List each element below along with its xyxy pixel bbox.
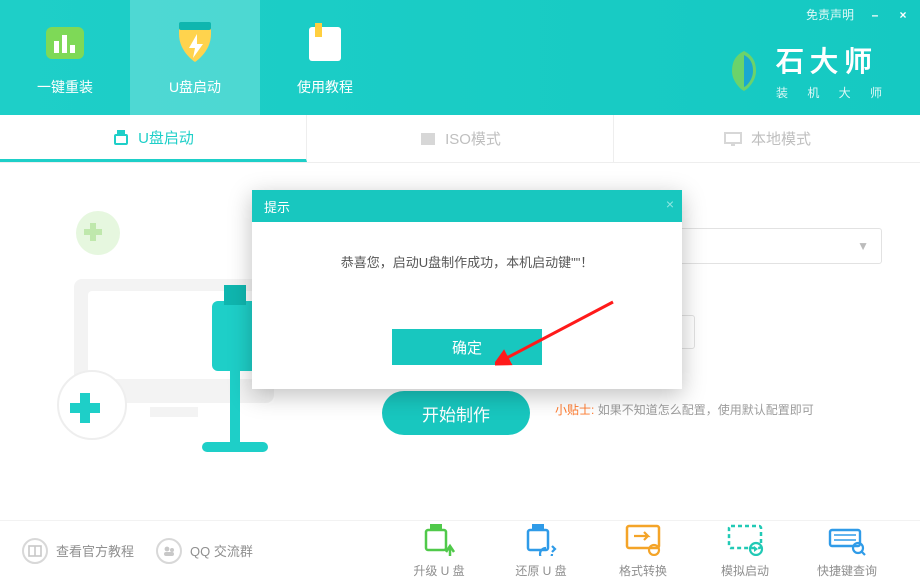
bar-chart-icon bbox=[39, 19, 91, 67]
simulate-icon bbox=[726, 522, 764, 556]
system-bar: 免责声明 – × bbox=[806, 6, 910, 23]
mode-tab-iso-label: ISO模式 bbox=[445, 128, 501, 149]
action-convert[interactable]: 格式转换 bbox=[592, 522, 694, 579]
link-official-tutorial[interactable]: 查看官方教程 bbox=[22, 538, 134, 564]
action-upgrade[interactable]: 升级 U 盘 bbox=[388, 522, 490, 579]
usb-small-icon bbox=[112, 128, 130, 146]
action-restore-label: 还原 U 盘 bbox=[515, 562, 566, 579]
iso-icon bbox=[419, 130, 437, 148]
bottom-bar: 查看官方教程 QQ 交流群 升级 U 盘 还原 U 盘 格式转换 模拟启动 快捷… bbox=[0, 520, 920, 580]
usb-cycle-icon bbox=[522, 522, 560, 556]
tab-tutorial[interactable]: 使用教程 bbox=[260, 0, 390, 115]
mode-tab-local-label: 本地模式 bbox=[751, 128, 811, 149]
tip-body: 如果不知道怎么配置，使用默认配置即可 bbox=[598, 403, 814, 417]
start-button-label: 开始制作 bbox=[422, 401, 490, 426]
brand: 石大师 装 机 大 师 bbox=[722, 40, 890, 101]
mode-tabs: U盘启动 ISO模式 本地模式 bbox=[0, 115, 920, 163]
action-upgrade-label: 升级 U 盘 bbox=[413, 562, 464, 579]
action-simulate-label: 模拟启动 bbox=[721, 562, 769, 579]
tab-tutorial-label: 使用教程 bbox=[297, 77, 353, 97]
disclaimer-link[interactable]: 免责声明 bbox=[806, 6, 854, 23]
mode-tab-local[interactable]: 本地模式 bbox=[614, 115, 920, 162]
mode-tab-usb-label: U盘启动 bbox=[138, 127, 194, 148]
link-qq-group-label: QQ 交流群 bbox=[190, 541, 253, 560]
action-hotkey-label: 快捷键查询 bbox=[817, 562, 877, 579]
app-header: 一键重装 U盘启动 使用教程 石大师 装 机 大 师 免责声明 – × bbox=[0, 0, 920, 115]
dialog-title-bar: 提示 × bbox=[252, 190, 682, 222]
brand-title: 石大师 bbox=[776, 40, 890, 80]
link-qq-group[interactable]: QQ 交流群 bbox=[156, 538, 253, 564]
action-simulate[interactable]: 模拟启动 bbox=[694, 522, 796, 579]
monitor-icon bbox=[723, 131, 743, 147]
tip-text: 小贴士: 如果不知道怎么配置，使用默认配置即可 bbox=[555, 401, 814, 418]
link-official-tutorial-label: 查看官方教程 bbox=[56, 541, 134, 560]
dialog-ok-button[interactable]: 确定 bbox=[392, 329, 542, 365]
action-hotkey[interactable]: 快捷键查询 bbox=[796, 522, 898, 579]
minimize-button[interactable]: – bbox=[868, 8, 882, 22]
action-convert-label: 格式转换 bbox=[619, 562, 667, 579]
keyboard-search-icon bbox=[828, 522, 866, 556]
mode-tab-usb[interactable]: U盘启动 bbox=[0, 115, 307, 162]
dialog-message: 恭喜您，启动U盘制作成功，本机启动键""！ bbox=[276, 252, 658, 271]
brand-logo-icon bbox=[722, 49, 766, 93]
tab-usb-boot-label: U盘启动 bbox=[169, 77, 221, 97]
book-icon bbox=[299, 19, 351, 67]
people-icon bbox=[156, 538, 182, 564]
book-outline-icon bbox=[22, 538, 48, 564]
tab-usb-boot[interactable]: U盘启动 bbox=[130, 0, 260, 115]
tab-reinstall-label: 一键重装 bbox=[37, 77, 93, 97]
brand-subtitle: 装 机 大 师 bbox=[776, 84, 890, 101]
convert-icon bbox=[624, 522, 662, 556]
usb-up-icon bbox=[420, 522, 458, 556]
dialog-tip: 提示 × 恭喜您，启动U盘制作成功，本机启动键""！ 确定 bbox=[252, 190, 682, 389]
chevron-down-icon: ▼ bbox=[857, 239, 869, 253]
close-button[interactable]: × bbox=[896, 8, 910, 22]
dialog-ok-label: 确定 bbox=[452, 337, 482, 358]
action-restore[interactable]: 还原 U 盘 bbox=[490, 522, 592, 579]
shield-bolt-icon bbox=[169, 19, 221, 67]
tip-prefix: 小贴士: bbox=[555, 403, 594, 417]
top-tabs: 一键重装 U盘启动 使用教程 bbox=[0, 0, 390, 115]
tab-reinstall[interactable]: 一键重装 bbox=[0, 0, 130, 115]
dialog-close-button[interactable]: × bbox=[666, 196, 674, 212]
start-button[interactable]: 开始制作 bbox=[382, 391, 530, 435]
mode-tab-iso[interactable]: ISO模式 bbox=[307, 115, 614, 162]
dialog-title: 提示 bbox=[264, 197, 290, 216]
